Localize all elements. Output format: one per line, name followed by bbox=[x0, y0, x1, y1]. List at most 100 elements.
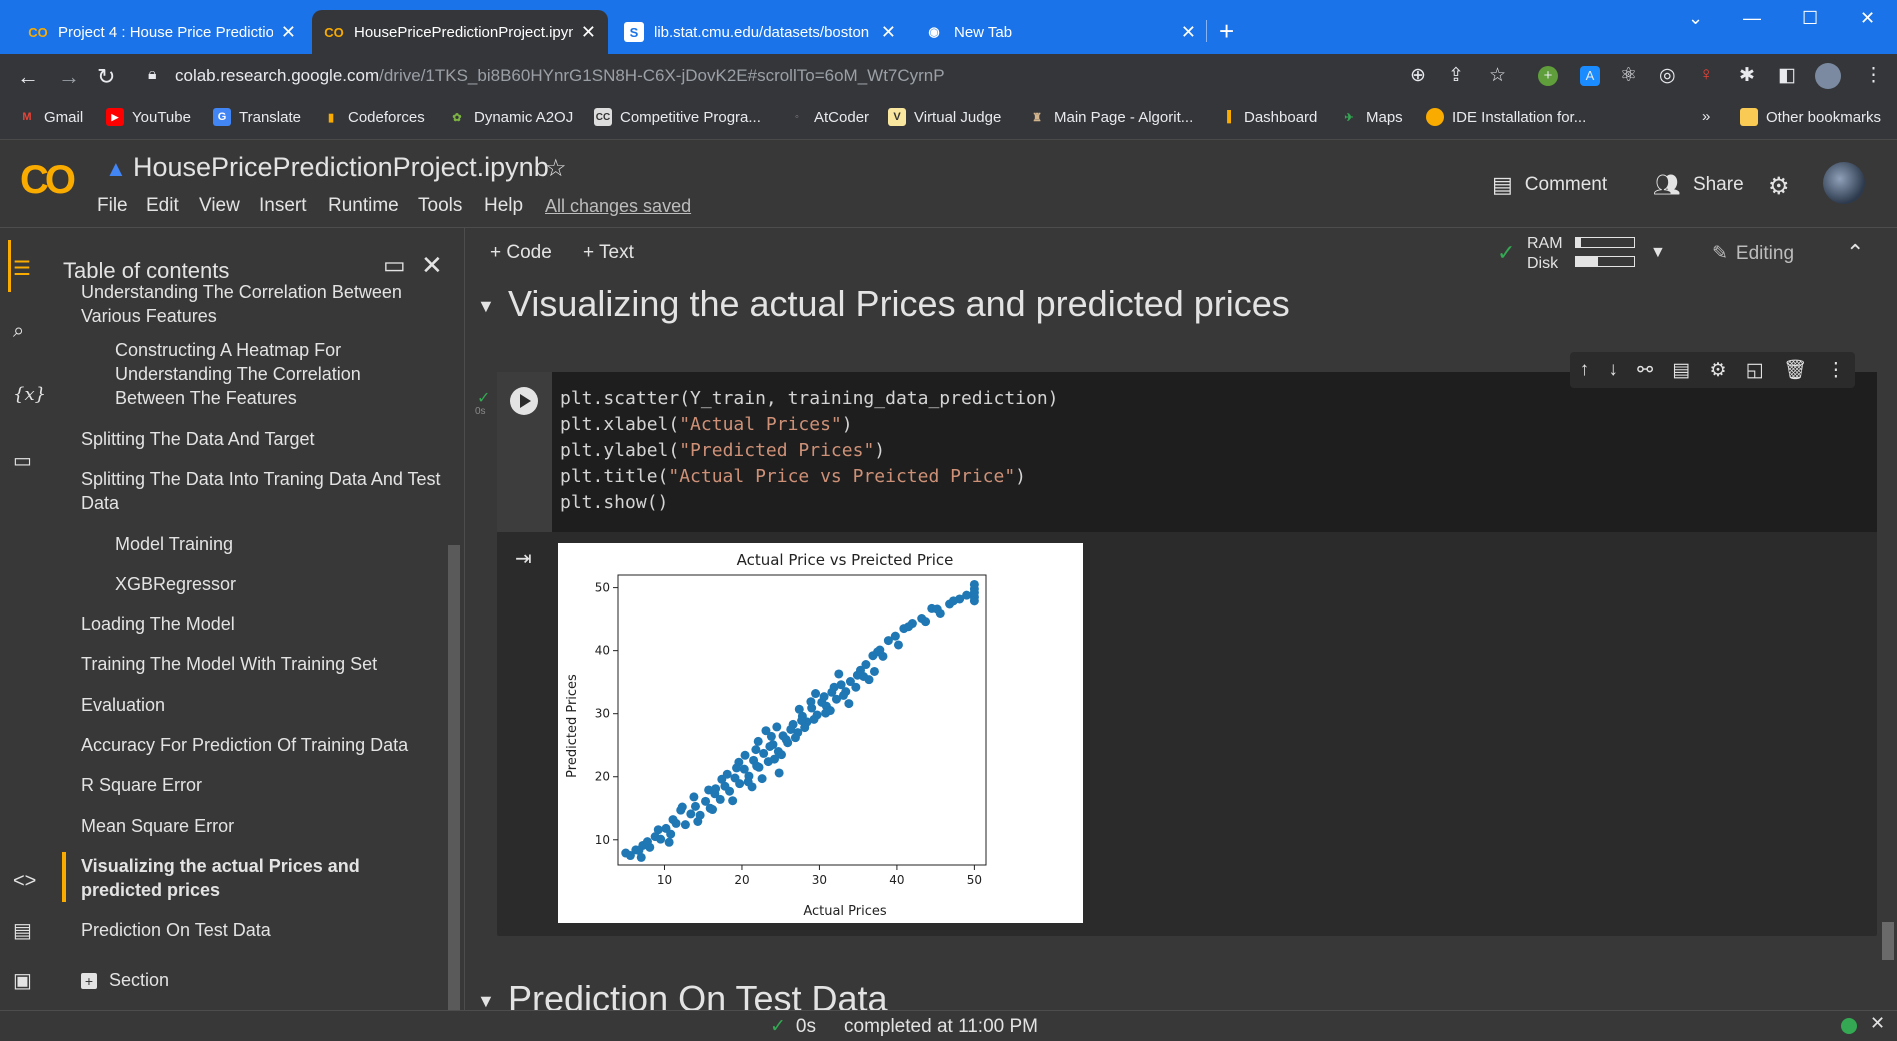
side-panel-icon[interactable]: ◧ bbox=[1778, 64, 1796, 87]
user-avatar[interactable] bbox=[1823, 162, 1865, 204]
reload-button[interactable]: ↻ bbox=[97, 64, 115, 90]
folder-icon[interactable]: ▭ bbox=[13, 448, 32, 473]
share-button[interactable]: 👥︎ Share bbox=[1653, 172, 1744, 198]
toc-item[interactable]: R Square Error bbox=[81, 773, 441, 797]
browser-tab-newtab[interactable]: ◉ New Tab ✕ bbox=[912, 10, 1208, 54]
delete-icon[interactable]: 🗑︎ bbox=[1783, 358, 1807, 382]
runtime-dropdown-icon[interactable]: ▼ bbox=[1650, 244, 1666, 262]
close-status-icon[interactable]: ✕ bbox=[1870, 1013, 1885, 1034]
bookmark-a2oj[interactable]: ✿ Dynamic A2OJ bbox=[448, 108, 573, 126]
save-status[interactable]: All changes saved bbox=[545, 196, 691, 217]
variables-icon[interactable]: {x} bbox=[13, 384, 46, 405]
menu-insert[interactable]: Insert bbox=[259, 195, 307, 217]
code-snippets-icon[interactable]: <> bbox=[13, 870, 36, 893]
section-collapse-chevron-icon[interactable]: ▼ bbox=[477, 991, 495, 1012]
bookmarks-overflow-button[interactable]: » bbox=[1702, 108, 1710, 125]
minimize-button[interactable]: — bbox=[1743, 8, 1761, 29]
url-text[interactable]: colab.research.google.com/drive/1TKS_bi8… bbox=[175, 66, 945, 86]
toc-item[interactable]: XGBRegressor bbox=[115, 572, 405, 596]
menu-runtime[interactable]: Runtime bbox=[328, 195, 399, 217]
collapse-header-icon[interactable]: ⌃ bbox=[1846, 240, 1864, 266]
close-panel-icon[interactable]: ✕ bbox=[421, 250, 443, 281]
new-tab-button[interactable]: + bbox=[1219, 16, 1234, 47]
main-scrollbar[interactable] bbox=[1882, 922, 1894, 960]
settings-gear-icon[interactable]: ⚙ bbox=[1768, 172, 1790, 201]
toc-item[interactable]: Accuracy For Prediction Of Training Data bbox=[81, 733, 441, 757]
terminal-icon[interactable]: ▣ bbox=[13, 968, 32, 993]
bookmark-ide[interactable]: IDE Installation for... bbox=[1426, 108, 1586, 126]
add-section-button[interactable]: + Section bbox=[81, 970, 169, 991]
close-tab-icon[interactable]: ✕ bbox=[1181, 22, 1196, 43]
toc-item[interactable]: Mean Square Error bbox=[81, 814, 441, 838]
toc-item[interactable]: Prediction On Test Data bbox=[81, 918, 441, 942]
extension-react-icon[interactable]: ⚛ bbox=[1620, 64, 1637, 87]
open-in-tab-icon[interactable]: ▭ bbox=[383, 251, 406, 280]
profile-avatar[interactable] bbox=[1815, 63, 1841, 89]
extensions-puzzle-icon[interactable]: ✱ bbox=[1739, 64, 1755, 87]
bookmark-atcoder[interactable]: ◦ AtCoder bbox=[788, 108, 869, 126]
forward-button[interactable]: → bbox=[58, 64, 80, 90]
toc-item[interactable]: Understanding The Correlation Between Va… bbox=[81, 280, 441, 328]
bookmark-youtube[interactable]: ▶ YouTube bbox=[106, 108, 191, 126]
link-icon[interactable]: ⚯ bbox=[1637, 359, 1653, 382]
bookmark-maps[interactable]: ✈ Maps bbox=[1340, 108, 1402, 126]
browser-tab-project4[interactable]: CO Project 4 : House Price Prediction ✕ bbox=[16, 10, 308, 54]
code-editor[interactable]: plt.scatter(Y_train, training_data_predi… bbox=[552, 372, 1877, 532]
toc-item[interactable]: Training The Model With Training Set bbox=[81, 652, 441, 676]
more-options-icon[interactable]: ⋮ bbox=[1826, 359, 1845, 382]
chrome-menu-icon[interactable]: ⋮ bbox=[1864, 64, 1883, 87]
section-collapse-chevron-icon[interactable]: ▼ bbox=[477, 296, 495, 317]
browser-tab-notebook[interactable]: CO HousePricePredictionProject.ipynb ✕ bbox=[312, 10, 608, 54]
toc-item-active[interactable]: Visualizing the actual Prices and predic… bbox=[81, 854, 381, 902]
resource-labels[interactable]: RAM Disk bbox=[1527, 234, 1563, 274]
toc-list-icon[interactable]: ☰ bbox=[13, 256, 31, 281]
other-bookmarks-folder[interactable]: Other bookmarks bbox=[1740, 108, 1881, 126]
toc-item[interactable]: Splitting The Data Into Traning Data And… bbox=[81, 467, 441, 515]
toc-item[interactable]: Evaluation bbox=[81, 693, 441, 717]
extension-translate-icon[interactable]: A bbox=[1580, 66, 1600, 86]
search-icon[interactable]: ⌕ bbox=[13, 320, 24, 343]
back-button[interactable]: ← bbox=[17, 64, 39, 90]
zoom-icon[interactable]: ⊕ bbox=[1410, 64, 1426, 87]
close-tab-icon[interactable]: ✕ bbox=[881, 22, 896, 43]
share-page-icon[interactable]: ⇪ bbox=[1448, 64, 1464, 87]
bookmark-algorithms[interactable]: ♜ Main Page - Algorit... bbox=[1028, 108, 1193, 126]
bookmark-competitive-programming[interactable]: CC Competitive Progra... bbox=[594, 108, 761, 126]
colab-logo[interactable]: CO bbox=[20, 158, 76, 203]
menu-file[interactable]: File bbox=[97, 195, 128, 217]
output-menu-icon[interactable]: ⇥ bbox=[515, 546, 532, 571]
menu-edit[interactable]: Edit bbox=[146, 195, 179, 217]
editing-mode-button[interactable]: ✎ Editing bbox=[1712, 242, 1794, 265]
comment-button[interactable]: ▤ Comment bbox=[1492, 172, 1607, 198]
add-code-button[interactable]: + Code bbox=[490, 242, 552, 264]
add-text-button[interactable]: + Text bbox=[583, 242, 634, 264]
extension-lightbulb-icon[interactable]: ♀ bbox=[1699, 64, 1713, 86]
menu-tools[interactable]: Tools bbox=[418, 195, 462, 217]
cell-settings-icon[interactable]: ⚙ bbox=[1710, 359, 1727, 382]
menu-view[interactable]: View bbox=[199, 195, 240, 217]
extension-target-icon[interactable]: ◎ bbox=[1659, 64, 1676, 87]
toc-item[interactable]: Splitting The Data And Target bbox=[81, 427, 441, 451]
bookmark-star-icon[interactable]: ☆ bbox=[1489, 64, 1506, 87]
bookmark-dashboard[interactable]: ▐ Dashboard bbox=[1218, 108, 1317, 126]
command-palette-icon[interactable]: ▤ bbox=[13, 918, 32, 943]
run-cell-button[interactable] bbox=[510, 387, 538, 415]
bookmark-codeforces[interactable]: ▮ Codeforces bbox=[322, 108, 425, 126]
bookmark-translate[interactable]: G Translate bbox=[213, 108, 301, 126]
lock-icon[interactable]: 🔒︎ bbox=[148, 66, 157, 84]
maximize-button[interactable]: ☐ bbox=[1802, 8, 1818, 29]
star-notebook-icon[interactable]: ☆ bbox=[545, 154, 567, 183]
close-tab-icon[interactable]: ✕ bbox=[281, 22, 296, 43]
toc-item[interactable]: Loading The Model bbox=[81, 612, 441, 636]
tab-search-icon[interactable]: ⌄ bbox=[1688, 8, 1703, 29]
bookmark-virtual-judge[interactable]: V Virtual Judge bbox=[888, 108, 1001, 126]
mirror-cell-icon[interactable]: ◱ bbox=[1746, 359, 1764, 382]
browser-tab-dataset[interactable]: S lib.stat.cmu.edu/datasets/boston ✕ bbox=[612, 10, 908, 54]
close-window-button[interactable]: ✕ bbox=[1860, 8, 1875, 29]
toc-scrollbar[interactable] bbox=[448, 545, 460, 1010]
move-up-icon[interactable]: ↑ bbox=[1580, 359, 1590, 381]
toc-item[interactable]: Constructing A Heatmap For Understanding… bbox=[115, 338, 405, 410]
execution-status[interactable]: ✓ 0s completed at 11:00 PM bbox=[770, 1015, 1038, 1038]
extension-plus-icon[interactable]: + bbox=[1538, 66, 1558, 86]
toc-item[interactable]: Model Training bbox=[115, 532, 405, 556]
